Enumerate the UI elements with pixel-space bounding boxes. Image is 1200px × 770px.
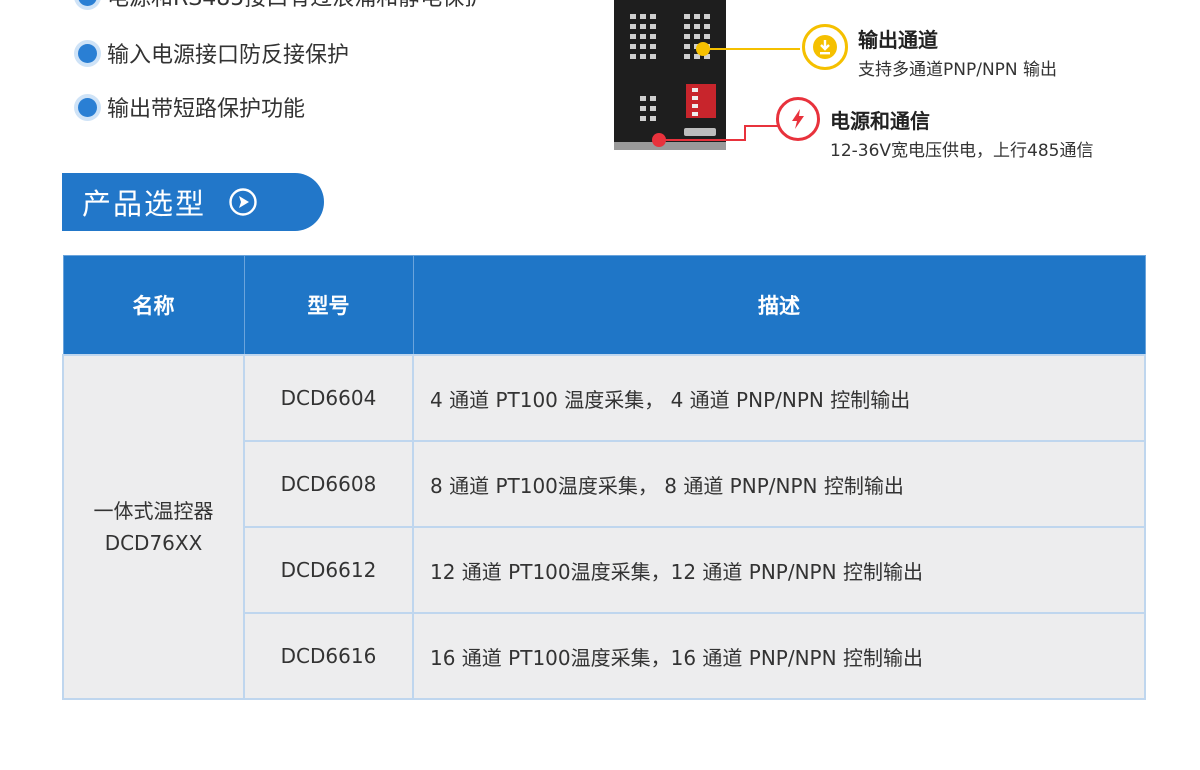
feature-item: 输入电源接口防反接保护 (78, 37, 349, 69)
product-series: DCD76XX (104, 531, 203, 555)
model-cell: DCD6608 (243, 440, 414, 528)
model-cell: DCD6612 (243, 526, 414, 614)
product-name: 一体式温控器 (93, 499, 214, 523)
feature-text: 输入电源接口防反接保护 (107, 43, 350, 68)
feature-text: 输出带短路保护功能 (107, 97, 306, 122)
section-header: 产品选型 (62, 173, 324, 231)
feature-text: 电源和RS485接口有过浪涌和静电保护 (107, 0, 486, 12)
bullet-icon (78, 97, 97, 117)
download-icon (802, 24, 848, 70)
header-model: 型号 (243, 255, 414, 356)
model-cell: DCD6604 (243, 354, 414, 442)
table-header-row: 名称 型号 描述 (62, 255, 1146, 356)
bullet-icon (78, 0, 97, 6)
product-selection-table: 名称 型号 描述 一体式温控器 DCD76XX DCD6604 4 通道 PT1… (62, 255, 1146, 700)
callout-desc-output: 支持多通道PNP/NPN 输出 (858, 60, 1058, 80)
callout-line-output (700, 48, 800, 50)
feature-item: 输出带短路保护功能 (78, 91, 305, 123)
description-cell: 16 通道 PT100温度采集，16 通道 PNP/NPN 控制输出 (412, 612, 1146, 700)
product-name-cell: 一体式温控器 DCD76XX (62, 354, 245, 700)
description-cell: 4 通道 PT100 温度采集， 4 通道 PNP/NPN 控制输出 (412, 354, 1146, 442)
callout-line-power (659, 125, 779, 141)
description-cell: 12 通道 PT100温度采集，12 通道 PNP/NPN 控制输出 (412, 526, 1146, 614)
bullet-icon (78, 43, 97, 63)
header-name: 名称 (62, 255, 245, 356)
feature-item: 电源和RS485接口有过浪涌和静电保护 (78, 0, 486, 12)
lightning-icon (776, 97, 820, 141)
header-description: 描述 (412, 255, 1146, 356)
model-cell: DCD6616 (243, 612, 414, 700)
arrow-right-circle-icon[interactable] (228, 187, 258, 217)
table-row: 一体式温控器 DCD76XX DCD6604 4 通道 PT100 温度采集， … (62, 354, 1146, 700)
description-cell: 8 通道 PT100温度采集， 8 通道 PNP/NPN 控制输出 (412, 440, 1146, 528)
callout-title-output: 输出通道 (858, 28, 938, 52)
section-title: 产品选型 (82, 187, 207, 221)
callout-title-power: 电源和通信 (830, 109, 930, 133)
callout-desc-power: 12-36V宽电压供电，上行485通信 (830, 141, 1094, 161)
